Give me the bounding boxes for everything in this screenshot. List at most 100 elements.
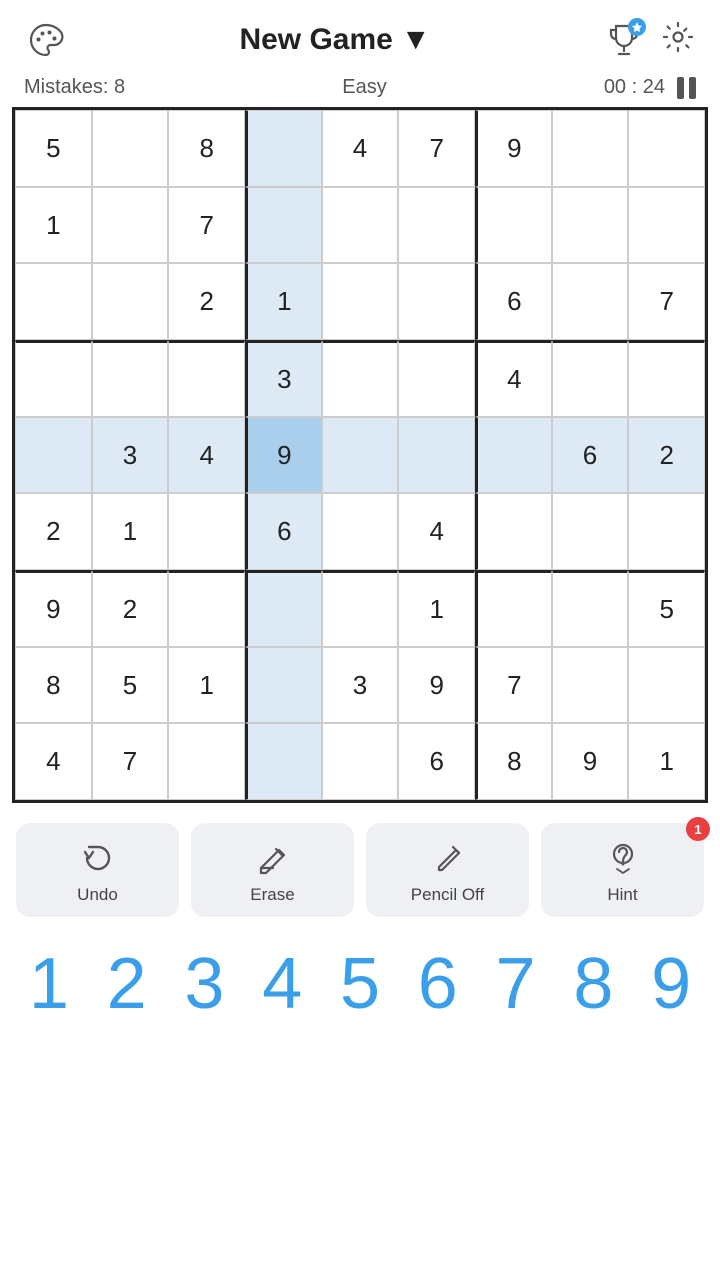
sudoku-cell[interactable]: [398, 340, 475, 417]
sudoku-cell[interactable]: 5: [92, 647, 169, 724]
undo-button[interactable]: Undo: [16, 823, 179, 917]
sudoku-cell[interactable]: 1: [92, 493, 169, 570]
sudoku-cell[interactable]: 1: [398, 570, 475, 647]
sudoku-cell[interactable]: [322, 570, 399, 647]
sudoku-cell[interactable]: [322, 417, 399, 494]
sudoku-cell[interactable]: 2: [628, 417, 705, 494]
sudoku-cell[interactable]: [628, 493, 705, 570]
sudoku-cell[interactable]: [168, 493, 245, 570]
sudoku-cell[interactable]: [15, 340, 92, 417]
erase-button[interactable]: Erase: [191, 823, 354, 917]
sudoku-cell[interactable]: 3: [92, 417, 169, 494]
sudoku-cell[interactable]: 6: [245, 493, 322, 570]
sudoku-cell[interactable]: 4: [15, 723, 92, 800]
sudoku-cell[interactable]: [398, 417, 475, 494]
numpad-button-5[interactable]: 5: [321, 939, 399, 1029]
pause-button[interactable]: [677, 77, 696, 99]
sudoku-cell[interactable]: [92, 263, 169, 340]
numpad-button-3[interactable]: 3: [166, 939, 244, 1029]
sudoku-cell[interactable]: [552, 647, 629, 724]
sudoku-grid[interactable]: 58479172167343496221649215851397476891: [15, 110, 705, 800]
sudoku-cell[interactable]: [245, 110, 322, 187]
sudoku-cell[interactable]: [245, 647, 322, 724]
sudoku-cell[interactable]: 4: [475, 340, 552, 417]
sudoku-cell[interactable]: 1: [245, 263, 322, 340]
sudoku-cell[interactable]: 2: [15, 493, 92, 570]
sudoku-cell[interactable]: [168, 340, 245, 417]
trophy-button[interactable]: [602, 18, 646, 62]
sudoku-cell[interactable]: [552, 340, 629, 417]
sudoku-cell[interactable]: [475, 417, 552, 494]
sudoku-cell[interactable]: [322, 263, 399, 340]
sudoku-cell[interactable]: [245, 187, 322, 264]
numpad-button-1[interactable]: 1: [10, 939, 88, 1029]
numpad-button-2[interactable]: 2: [88, 939, 166, 1029]
sudoku-cell[interactable]: [475, 570, 552, 647]
sudoku-cell[interactable]: [552, 110, 629, 187]
sudoku-cell[interactable]: [552, 570, 629, 647]
sudoku-cell[interactable]: 4: [168, 417, 245, 494]
hint-button[interactable]: 1 Hint: [541, 823, 704, 917]
sudoku-cell[interactable]: 5: [628, 570, 705, 647]
sudoku-cell[interactable]: [168, 570, 245, 647]
palette-icon[interactable]: [24, 18, 68, 62]
numpad-button-8[interactable]: 8: [554, 939, 632, 1029]
sudoku-cell[interactable]: [552, 187, 629, 264]
numpad-button-7[interactable]: 7: [477, 939, 555, 1029]
sudoku-cell[interactable]: [322, 187, 399, 264]
sudoku-cell[interactable]: [475, 493, 552, 570]
sudoku-cell[interactable]: [92, 110, 169, 187]
sudoku-cell[interactable]: [92, 340, 169, 417]
sudoku-cell[interactable]: 7: [168, 187, 245, 264]
sudoku-cell[interactable]: 1: [168, 647, 245, 724]
sudoku-cell[interactable]: 7: [475, 647, 552, 724]
numpad-button-4[interactable]: 4: [243, 939, 321, 1029]
sudoku-cell[interactable]: 8: [168, 110, 245, 187]
sudoku-cell[interactable]: [322, 493, 399, 570]
sudoku-cell[interactable]: 9: [475, 110, 552, 187]
sudoku-cell[interactable]: 9: [552, 723, 629, 800]
sudoku-cell[interactable]: 5: [15, 110, 92, 187]
sudoku-cell[interactable]: 7: [628, 263, 705, 340]
sudoku-cell[interactable]: [15, 263, 92, 340]
sudoku-cell[interactable]: 4: [398, 493, 475, 570]
numpad-button-9[interactable]: 9: [632, 939, 710, 1029]
sudoku-cell[interactable]: 6: [552, 417, 629, 494]
sudoku-cell[interactable]: [628, 187, 705, 264]
sudoku-cell[interactable]: 2: [168, 263, 245, 340]
sudoku-cell[interactable]: 9: [15, 570, 92, 647]
sudoku-cell[interactable]: 7: [398, 110, 475, 187]
sudoku-cell[interactable]: [322, 340, 399, 417]
settings-button[interactable]: [660, 19, 696, 62]
pencil-button[interactable]: Pencil Off: [366, 823, 529, 917]
sudoku-cell[interactable]: [628, 647, 705, 724]
sudoku-cell[interactable]: 6: [475, 263, 552, 340]
sudoku-cell[interactable]: 1: [15, 187, 92, 264]
sudoku-cell[interactable]: [628, 110, 705, 187]
sudoku-cell[interactable]: [322, 723, 399, 800]
sudoku-cell[interactable]: [475, 187, 552, 264]
sudoku-cell[interactable]: 8: [475, 723, 552, 800]
sudoku-cell[interactable]: [628, 340, 705, 417]
sudoku-cell[interactable]: 9: [245, 417, 322, 494]
sudoku-cell[interactable]: 6: [398, 723, 475, 800]
sudoku-cell[interactable]: [168, 723, 245, 800]
sudoku-cell[interactable]: 3: [322, 647, 399, 724]
numpad-button-6[interactable]: 6: [399, 939, 477, 1029]
sudoku-cell[interactable]: 8: [15, 647, 92, 724]
sudoku-cell[interactable]: 7: [92, 723, 169, 800]
sudoku-cell[interactable]: 2: [92, 570, 169, 647]
sudoku-cell[interactable]: 4: [322, 110, 399, 187]
sudoku-cell[interactable]: [552, 263, 629, 340]
sudoku-cell[interactable]: [398, 187, 475, 264]
sudoku-cell[interactable]: [245, 570, 322, 647]
sudoku-cell[interactable]: [398, 263, 475, 340]
sudoku-cell[interactable]: 9: [398, 647, 475, 724]
new-game-dropdown[interactable]: New Game ▼: [239, 23, 430, 57]
sudoku-cell[interactable]: [552, 493, 629, 570]
sudoku-cell[interactable]: 3: [245, 340, 322, 417]
sudoku-cell[interactable]: [92, 187, 169, 264]
sudoku-cell[interactable]: [245, 723, 322, 800]
sudoku-cell[interactable]: [15, 417, 92, 494]
sudoku-cell[interactable]: 1: [628, 723, 705, 800]
